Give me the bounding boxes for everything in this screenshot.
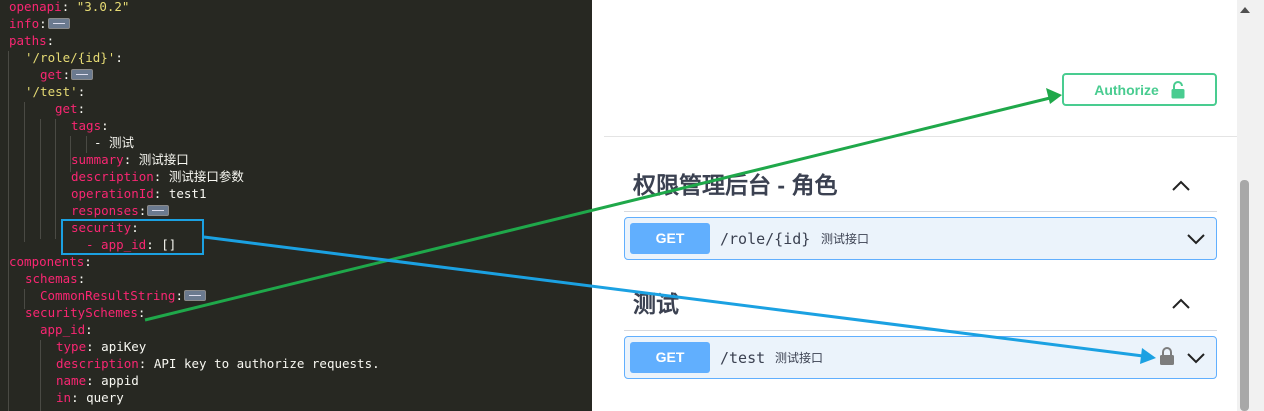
- code-line[interactable]: operationId: test1: [71, 185, 207, 202]
- code-line[interactable]: '/role/{id}':: [25, 49, 123, 66]
- operation-get-test[interactable]: GET /test 测试接口: [624, 336, 1217, 379]
- yaml-value: query: [86, 390, 124, 405]
- chevron-up-icon[interactable]: [1166, 173, 1196, 199]
- yaml-key: get: [55, 101, 78, 116]
- chevron-up-icon[interactable]: [1166, 291, 1196, 317]
- code-line[interactable]: '/test':: [25, 83, 85, 100]
- method-badge: GET: [630, 223, 710, 254]
- code-line[interactable]: paths:: [9, 32, 54, 49]
- chevron-down-icon[interactable]: [1185, 230, 1207, 248]
- yaml-value: API key to authorize requests.: [153, 356, 380, 371]
- yaml-key: info: [9, 16, 40, 31]
- swagger-ui-panel: Authorize 权限管理后台 - 角色 GET /role/{id} 测试接…: [592, 0, 1264, 411]
- authorize-label: Authorize: [1094, 81, 1159, 98]
- indent-guide: [8, 51, 9, 411]
- code-line[interactable]: description: 测试接口参数: [71, 168, 244, 185]
- indent-guide: [40, 340, 41, 411]
- yaml-value: test1: [168, 186, 207, 201]
- operation-get-role[interactable]: GET /role/{id} 测试接口: [624, 217, 1217, 260]
- authorize-button[interactable]: Authorize: [1062, 73, 1217, 106]
- code-line[interactable]: get:: [55, 100, 85, 117]
- section-title-role[interactable]: 权限管理后台 - 角色: [633, 170, 837, 200]
- yaml-key: securitySchemes: [25, 305, 138, 320]
- code-line[interactable]: type: apiKey: [56, 338, 146, 355]
- scrollbar-thumb[interactable]: [1240, 180, 1249, 411]
- fold-icon[interactable]: [184, 290, 206, 301]
- code-line[interactable]: tags:: [71, 117, 109, 134]
- yaml-value: 测试接口参数: [168, 169, 244, 184]
- code-line[interactable]: get:: [40, 66, 94, 83]
- yaml-key: schemas: [25, 271, 78, 286]
- scroll-up-arrow-icon[interactable]: [1239, 5, 1251, 15]
- code-line[interactable]: schemas:: [25, 270, 85, 287]
- code-line[interactable]: summary: 测试接口: [71, 151, 189, 168]
- indent-guide: [24, 102, 25, 242]
- yaml-value: 测试接口: [138, 152, 189, 167]
- yaml-key: '/test': [25, 84, 78, 99]
- operation-path: /test: [720, 349, 766, 367]
- operation-path: /role/{id}: [720, 230, 811, 248]
- section-divider: [624, 330, 1217, 331]
- yaml-key: type: [56, 339, 87, 354]
- yaml-key: '/role/{id}': [25, 50, 116, 65]
- code-line[interactable]: description: API key to authorize reques…: [56, 355, 380, 372]
- code-line[interactable]: in: query: [56, 389, 124, 406]
- code-line[interactable]: responses:: [71, 202, 170, 219]
- lock-icon[interactable]: [1159, 346, 1175, 366]
- yaml-key: components: [9, 254, 85, 269]
- section-title-test[interactable]: 测试: [633, 289, 679, 319]
- section-divider: [624, 211, 1217, 212]
- fold-icon[interactable]: [47, 18, 70, 29]
- yaml-key: description: [71, 169, 154, 184]
- yaml-text: - 测试: [94, 135, 135, 150]
- divider: [604, 136, 1238, 137]
- code-line[interactable]: CommonResultString:: [40, 287, 206, 304]
- chevron-down-icon[interactable]: [1185, 349, 1207, 367]
- indent-guide: [40, 119, 41, 239]
- fold-icon[interactable]: [147, 205, 170, 216]
- code-line[interactable]: app_id:: [40, 321, 93, 338]
- fold-icon[interactable]: [71, 69, 94, 80]
- yaml-key: in: [56, 390, 72, 405]
- code-line[interactable]: openapi: "3.0.2": [9, 0, 129, 15]
- yaml-key: app_id: [40, 322, 86, 337]
- code-line[interactable]: components:: [9, 253, 92, 270]
- yaml-editor[interactable]: openapi: "3.0.2" info: paths: '/role/{id…: [0, 0, 592, 411]
- yaml-key: get: [40, 67, 63, 82]
- code-line[interactable]: name: appid: [56, 372, 139, 389]
- yaml-key: CommonResultString: [40, 288, 176, 303]
- unlock-icon: [1171, 80, 1185, 98]
- yaml-key: tags: [71, 118, 102, 133]
- yaml-key: paths: [9, 33, 47, 48]
- operation-summary: 测试接口: [775, 351, 824, 365]
- security-highlight-box: [61, 219, 204, 255]
- yaml-key: operationId: [71, 186, 154, 201]
- code-line[interactable]: securitySchemes:: [25, 304, 145, 321]
- yaml-key: description: [56, 356, 139, 371]
- yaml-value: appid: [101, 373, 139, 388]
- indent-guide: [55, 119, 56, 239]
- code-line[interactable]: info:: [9, 15, 70, 32]
- yaml-string: "3.0.2": [76, 0, 130, 14]
- yaml-key: openapi: [9, 0, 62, 14]
- yaml-key: summary: [71, 152, 124, 167]
- method-badge: GET: [630, 342, 710, 373]
- yaml-value: apiKey: [101, 339, 147, 354]
- code-line[interactable]: - 测试: [94, 134, 134, 151]
- yaml-key: name: [56, 373, 87, 388]
- operation-summary: 测试接口: [821, 232, 870, 246]
- yaml-key: responses: [71, 203, 139, 218]
